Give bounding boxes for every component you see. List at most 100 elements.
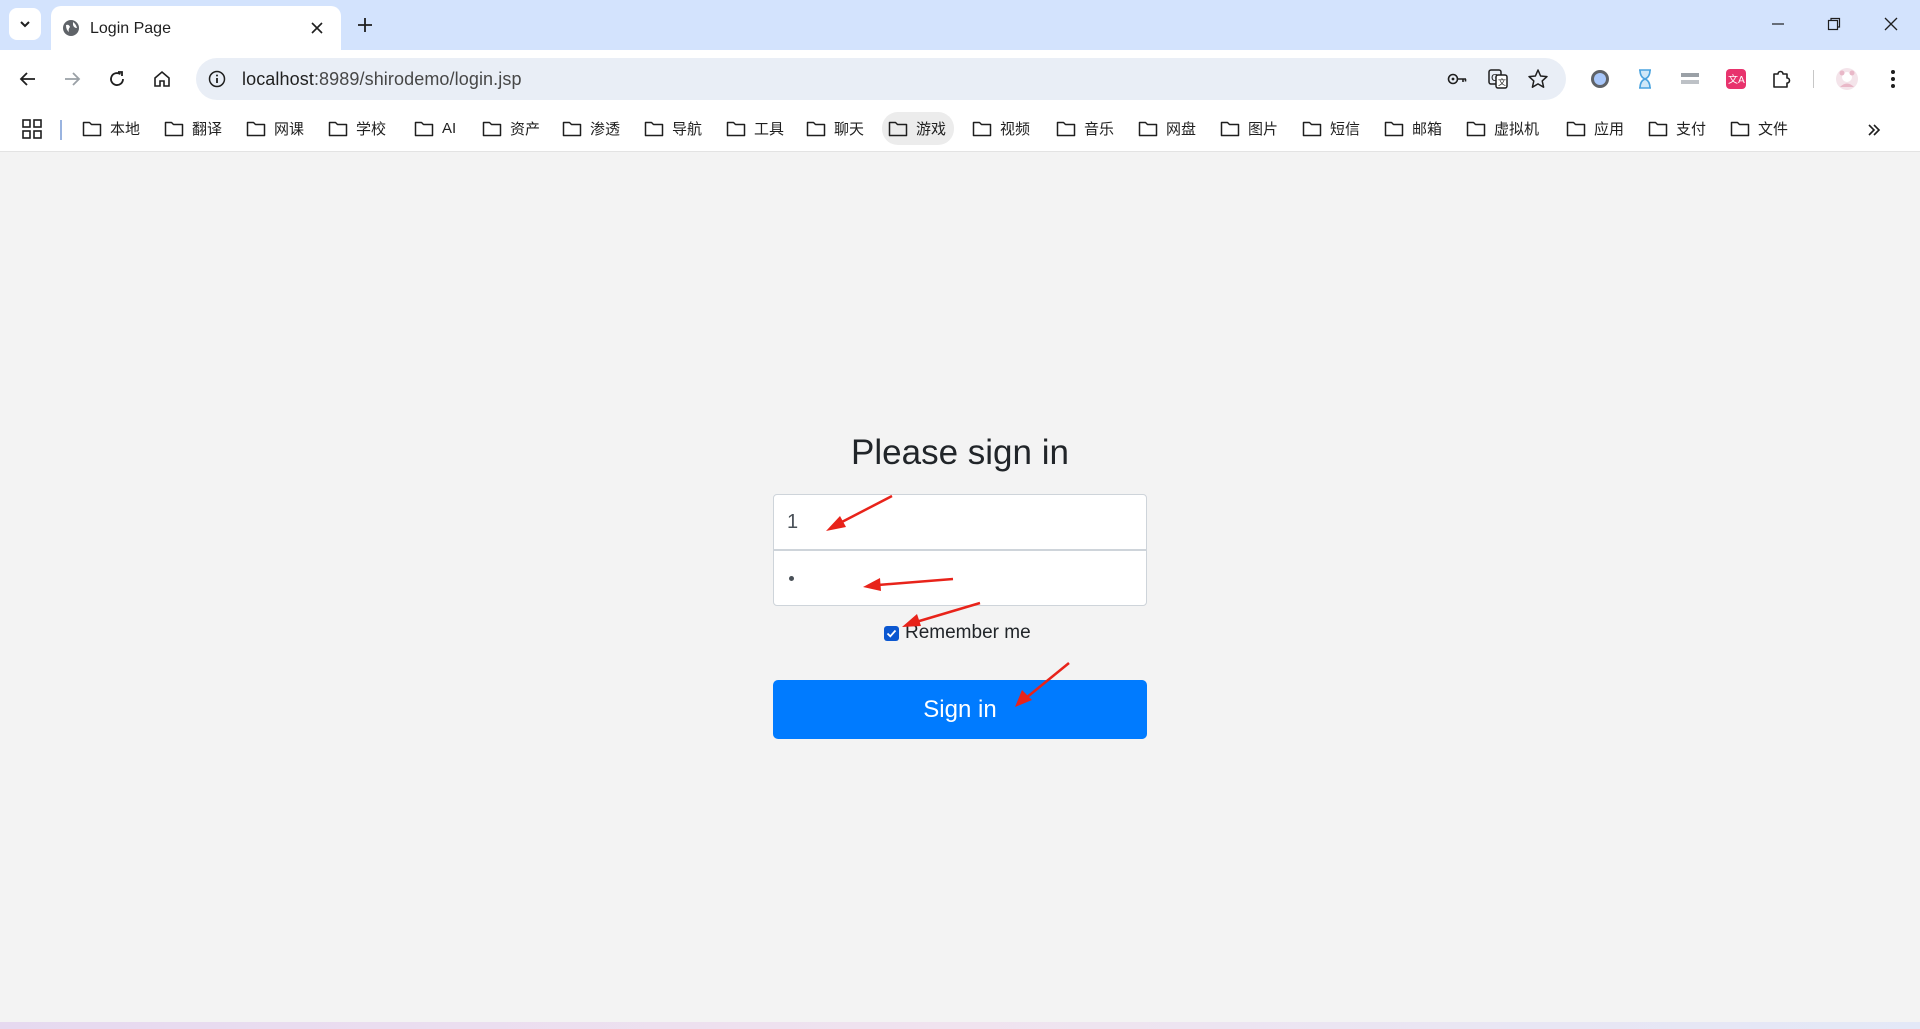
bookmark-folder[interactable]: 虚拟机 <box>1460 112 1547 145</box>
folder-icon <box>414 121 434 136</box>
browser-menu-button[interactable] <box>1880 66 1906 92</box>
extension-translate-button[interactable]: 文A <box>1723 66 1749 92</box>
more-bookmarks-button[interactable] <box>1862 118 1886 142</box>
bookmark-folder-label: 资产 <box>510 121 541 138</box>
bookmark-folder[interactable]: 图片 <box>1214 112 1286 145</box>
folder-icon <box>246 121 266 136</box>
password-manager-button[interactable] <box>1445 67 1469 91</box>
toolbar-separator <box>1813 70 1814 88</box>
bookmark-folder[interactable]: 音乐 <box>1050 112 1122 145</box>
minimize-button[interactable] <box>1758 8 1798 40</box>
close-icon <box>1884 17 1898 31</box>
bookmark-folder-label: 应用 <box>1594 121 1625 138</box>
folder-icon <box>1730 121 1750 136</box>
bookmarks-separator <box>60 120 62 140</box>
bookmark-folder[interactable]: 邮箱 <box>1378 112 1450 145</box>
bookmark-folder[interactable]: 网课 <box>240 112 312 145</box>
tab-close-button[interactable] <box>307 18 327 38</box>
reload-icon <box>110 71 124 86</box>
annotation-arrow-remember <box>902 601 981 627</box>
folder-icon <box>328 121 348 136</box>
bookmark-folder[interactable]: 短信 <box>1296 112 1368 145</box>
profile-avatar-button[interactable] <box>1834 66 1860 92</box>
bookmark-folder[interactable]: 渗透 <box>556 112 628 145</box>
page-content: Please sign in 1 Remember me Sign in <box>0 152 1920 1022</box>
hourglass-icon <box>1639 69 1651 89</box>
bookmark-folder[interactable]: 应用 <box>1560 112 1632 145</box>
bookmark-star-button[interactable] <box>1526 67 1550 91</box>
bookmark-folder[interactable]: 网盘 <box>1132 112 1204 145</box>
double-chevron-right-icon <box>1868 124 1881 136</box>
url-text[interactable]: localhost:8989/shirodemo/login.jsp <box>242 69 522 90</box>
close-icon <box>311 22 323 34</box>
sign-in-button[interactable]: Sign in <box>773 680 1147 739</box>
address-bar[interactable]: localhost:8989/shirodemo/login.jsp G文 <box>196 58 1566 100</box>
svg-text:文: 文 <box>1498 77 1506 87</box>
extension-hourglass-button[interactable] <box>1632 66 1658 92</box>
bookmark-folder-label: 导航 <box>672 121 703 138</box>
folder-icon <box>1220 121 1240 136</box>
arrow-left-icon <box>19 72 35 86</box>
bookmark-folder[interactable]: 工具 <box>720 112 792 145</box>
home-icon <box>154 70 170 87</box>
browser-toolbar: localhost:8989/shirodemo/login.jsp G文 文A <box>0 50 1920 108</box>
bookmark-folder-label: 短信 <box>1330 121 1361 138</box>
bookmark-folder[interactable]: 视频 <box>966 112 1038 145</box>
back-button[interactable] <box>12 63 44 95</box>
reload-button[interactable] <box>101 63 133 95</box>
apps-button[interactable] <box>20 117 44 141</box>
folder-icon <box>1302 121 1322 136</box>
password-input[interactable] <box>773 550 1147 606</box>
chevron-down-icon <box>20 21 30 28</box>
bookmark-folder[interactable]: 学校 <box>322 112 394 145</box>
annotation-arrow-password <box>863 577 954 591</box>
extensions-menu-button[interactable] <box>1768 66 1794 92</box>
bookmark-folder-label: AI <box>442 120 457 137</box>
restore-button[interactable] <box>1814 8 1854 40</box>
bookmark-folder-label: 支付 <box>1676 121 1707 138</box>
bookmark-folder[interactable]: 支付 <box>1642 112 1714 145</box>
folder-icon <box>1384 121 1404 136</box>
bookmark-folder[interactable]: 游戏 <box>882 112 955 145</box>
more-vert-icon <box>1891 70 1895 88</box>
home-button[interactable] <box>146 63 178 95</box>
bookmark-folder-label: 学校 <box>356 121 387 138</box>
bookmark-folder-label: 翻译 <box>192 121 223 138</box>
taskbar-edge <box>0 1022 1920 1029</box>
translate-button[interactable]: G文 <box>1486 67 1510 91</box>
bookmark-folder[interactable]: 聊天 <box>800 112 872 145</box>
site-info-button[interactable] <box>204 66 230 92</box>
active-tab[interactable]: Login Page <box>51 6 341 50</box>
close-window-button[interactable] <box>1871 8 1911 40</box>
bookmark-folder[interactable]: AI <box>408 112 464 145</box>
remember-me-checkbox[interactable] <box>884 625 899 641</box>
tab-search-button[interactable] <box>9 8 41 40</box>
bookmark-folder[interactable]: 资产 <box>476 112 548 145</box>
bookmark-folder-label: 网课 <box>274 121 305 138</box>
new-tab-button[interactable] <box>352 12 378 38</box>
restore-icon <box>1827 17 1841 31</box>
bookmark-folder[interactable]: 翻译 <box>158 112 230 145</box>
url-host: localhost <box>242 69 314 89</box>
bookmark-folder-label: 文件 <box>1758 121 1789 138</box>
stack-icon <box>1681 73 1699 84</box>
bookmark-folder[interactable]: 本地 <box>76 112 148 145</box>
bookmark-folder-label: 聊天 <box>834 121 865 138</box>
folder-icon <box>482 121 502 136</box>
forward-button[interactable] <box>56 63 88 95</box>
bookmark-folder[interactable]: 导航 <box>638 112 710 145</box>
bookmark-folder[interactable]: 文件 <box>1724 112 1796 145</box>
extension-circle-icon <box>1591 70 1609 88</box>
tab-title: Login Page <box>90 20 171 37</box>
arrow-right-icon <box>65 72 81 86</box>
folder-icon <box>82 121 102 136</box>
bookmark-folder-label: 网盘 <box>1166 121 1197 138</box>
extension-stack-button[interactable] <box>1677 66 1703 92</box>
extension-circle-button[interactable] <box>1587 66 1613 92</box>
bookmark-folder-label: 视频 <box>1000 121 1031 138</box>
password-mask-dot <box>789 576 794 581</box>
bookmark-folder-label: 渗透 <box>590 121 621 138</box>
info-icon <box>208 70 226 88</box>
minimize-icon <box>1772 23 1784 25</box>
key-icon <box>1447 73 1467 85</box>
